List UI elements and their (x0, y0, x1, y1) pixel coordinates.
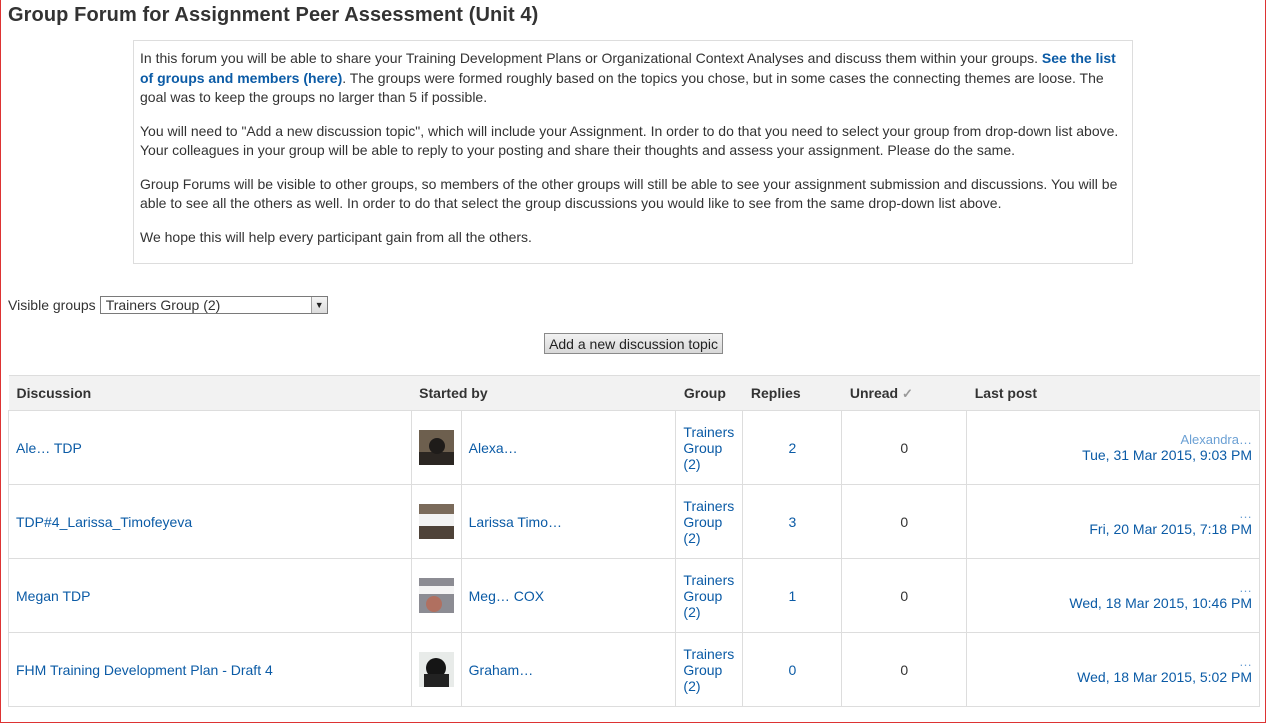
last-post-author[interactable]: … (974, 581, 1252, 595)
author-link[interactable]: Meg… COX (469, 588, 544, 604)
avatar[interactable] (418, 504, 454, 539)
selected-group: Trainers Group (2) (105, 297, 221, 313)
table-row: TDP#4_Larissa_Timofeyeva Larissa Timo… T… (8, 484, 1260, 559)
last-post-date[interactable]: Wed, 18 Mar 2015, 10:46 PM (1069, 595, 1252, 611)
intro-paragraph-4: We hope this will help every participant… (140, 228, 532, 245)
last-post-date[interactable]: Tue, 31 Mar 2015, 9:03 PM (1082, 447, 1252, 463)
last-post-author[interactable]: Alexandra… (974, 433, 1252, 447)
author-link[interactable]: Graham… (469, 662, 534, 678)
author-link[interactable]: Larissa Timo… (469, 514, 562, 530)
unread-count: 0 (841, 632, 968, 707)
replies-count[interactable]: 1 (788, 588, 796, 604)
intro-paragraph-2: You will need to "Add a new discussion t… (140, 122, 1119, 159)
author-link[interactable]: Alexa… (469, 440, 518, 456)
header-discussion[interactable]: Discussion (8, 375, 412, 411)
unread-count: 0 (841, 558, 968, 633)
table-header-row: Discussion Started by Group Replies Unre… (8, 375, 1260, 411)
page-title: Group Forum for Assignment Peer Assessme… (8, 4, 539, 26)
avatar[interactable] (418, 652, 454, 687)
discussion-link[interactable]: TDP#4_Larissa_Timofeyeva (16, 514, 192, 530)
last-post-author[interactable]: … (974, 507, 1252, 521)
discussion-link[interactable]: Ale… TDP (16, 440, 82, 456)
visible-groups: Visible groups Trainers Group (2) ▼ (8, 296, 328, 314)
group-link[interactable]: Trainers Group (2) (683, 646, 734, 694)
replies-count[interactable]: 2 (788, 440, 796, 456)
discussion-link[interactable]: FHM Training Development Plan - Draft 4 (16, 662, 273, 678)
header-started-by[interactable]: Started by (411, 375, 676, 411)
discussion-table: Discussion Started by Group Replies Unre… (8, 375, 1260, 707)
group-link[interactable]: Trainers Group (2) (683, 572, 734, 620)
header-unread: Unread ✓ (841, 375, 967, 411)
replies-count[interactable]: 3 (788, 514, 796, 530)
header-last-post[interactable]: Last post (966, 375, 1260, 411)
add-discussion-button[interactable]: Add a new discussion topic (544, 333, 723, 354)
replies-count[interactable]: 0 (788, 662, 796, 678)
checkmark-icon[interactable]: ✓ (902, 386, 913, 401)
last-post-author[interactable]: … (974, 655, 1252, 669)
avatar[interactable] (418, 578, 454, 613)
header-group[interactable]: Group (675, 375, 743, 411)
group-link[interactable]: Trainers Group (2) (683, 498, 734, 546)
table-row: Megan TDP Meg… COX Trainers Group (2) 1 … (8, 558, 1260, 633)
intro-paragraph-3: Group Forums will be visible to other gr… (140, 175, 1118, 212)
group-link[interactable]: Trainers Group (2) (683, 424, 734, 472)
discussion-link[interactable]: Megan TDP (16, 588, 90, 604)
intro-text: In this forum you will be able to share … (140, 50, 1042, 66)
table-row: Ale… TDP Alexa… Trainers Group (2) 2 0 A… (8, 410, 1260, 485)
unread-count: 0 (841, 484, 968, 559)
header-unread-label: Unread (849, 384, 899, 401)
avatar[interactable] (418, 430, 454, 465)
last-post-date[interactable]: Wed, 18 Mar 2015, 5:02 PM (1077, 669, 1252, 685)
visible-groups-select[interactable]: Trainers Group (2) ▼ (99, 296, 328, 314)
chevron-down-icon[interactable]: ▼ (310, 297, 327, 313)
visible-groups-label: Visible groups (8, 297, 96, 313)
forum-intro: In this forum you will be able to share … (133, 40, 1133, 264)
intro-paragraph-1: In this forum you will be able to share … (140, 49, 1126, 108)
last-post-date[interactable]: Fri, 20 Mar 2015, 7:18 PM (1089, 521, 1252, 537)
table-row: FHM Training Development Plan - Draft 4 … (8, 632, 1260, 707)
header-replies[interactable]: Replies (742, 375, 842, 411)
unread-count: 0 (841, 410, 968, 485)
